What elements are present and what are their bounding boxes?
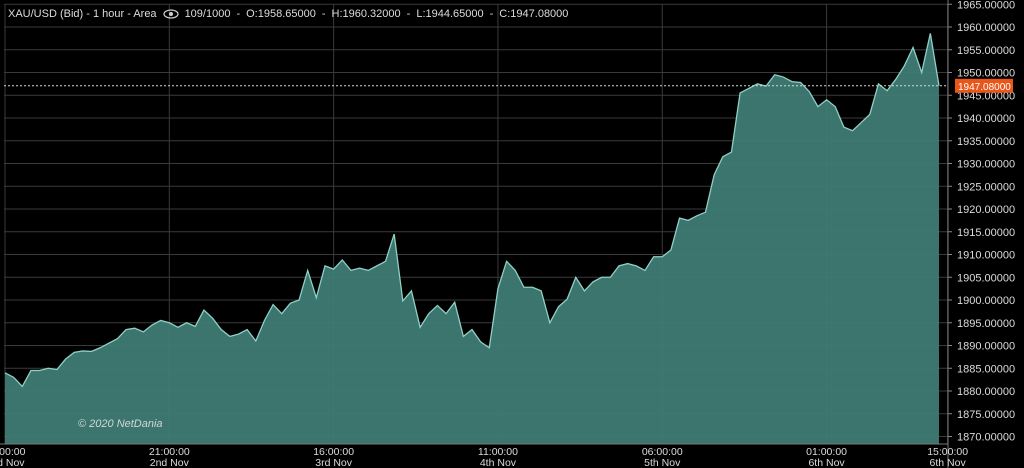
x-tick-date: 4th Nov bbox=[480, 457, 517, 468]
y-tick-label: 1905.00000 bbox=[957, 272, 1015, 284]
y-tick-label: 1940.00000 bbox=[957, 113, 1015, 125]
y-tick-label: 1890.00000 bbox=[957, 341, 1015, 353]
y-tick-label: 1955.00000 bbox=[957, 45, 1015, 57]
x-tick-date: 2nd Nov bbox=[150, 457, 190, 468]
separator: - bbox=[489, 8, 494, 20]
y-tick-label: 1965.00000 bbox=[957, 0, 1015, 11]
bars-count: 109/1000 bbox=[184, 8, 231, 20]
y-tick-label: 1870.00000 bbox=[957, 432, 1015, 444]
y-tick-label: 1875.00000 bbox=[957, 409, 1015, 421]
y-tick-label: 1900.00000 bbox=[957, 295, 1015, 307]
open-value: O:1958.65000 bbox=[246, 8, 316, 20]
watermark: © 2020 NetDania bbox=[78, 418, 163, 430]
current-price-tag: 1947.08000 bbox=[955, 78, 1013, 93]
y-tick-label: 1880.00000 bbox=[957, 386, 1015, 398]
close-value: C:1947.08000 bbox=[499, 8, 569, 20]
separator: - bbox=[406, 8, 411, 20]
x-tick-date: 5th Nov bbox=[644, 457, 681, 468]
x-tick-date: 3rd Nov bbox=[315, 457, 353, 468]
y-tick-label: 1895.00000 bbox=[957, 318, 1015, 330]
y-tick-label: 1915.00000 bbox=[957, 227, 1015, 239]
x-tick-date: 6th Nov bbox=[808, 457, 845, 468]
y-tick-label: 1930.00000 bbox=[957, 159, 1015, 171]
y-tick-label: 1910.00000 bbox=[957, 250, 1015, 262]
separator: - bbox=[236, 8, 241, 20]
y-tick-label: 1885.00000 bbox=[957, 363, 1015, 375]
x-tick-date: 6th Nov bbox=[930, 457, 967, 468]
high-value: H:1960.32000 bbox=[331, 8, 401, 20]
low-value: L:1944.65000 bbox=[416, 8, 484, 20]
current-price-tag-label: 1947.08000 bbox=[958, 82, 1011, 93]
separator: - bbox=[321, 8, 326, 20]
y-tick-label: 1920.00000 bbox=[957, 204, 1015, 216]
chart-header: XAU/USD (Bid) - 1 hour - Area 109/1000 -… bbox=[8, 8, 568, 20]
y-tick-label: 1925.00000 bbox=[957, 181, 1015, 193]
y-tick-label: 1960.00000 bbox=[957, 22, 1015, 34]
x-tick-date: 2nd Nov bbox=[0, 457, 25, 468]
y-tick-label: 1935.00000 bbox=[957, 136, 1015, 148]
y-tick-label: 1950.00000 bbox=[957, 68, 1015, 80]
symbol-label: XAU/USD (Bid) - 1 hour - Area bbox=[8, 8, 157, 20]
eye-icon[interactable] bbox=[162, 9, 179, 19]
price-chart[interactable]: 1870.00000 1875.00000 1880.00000 1885.00000… bbox=[0, 0, 1024, 468]
